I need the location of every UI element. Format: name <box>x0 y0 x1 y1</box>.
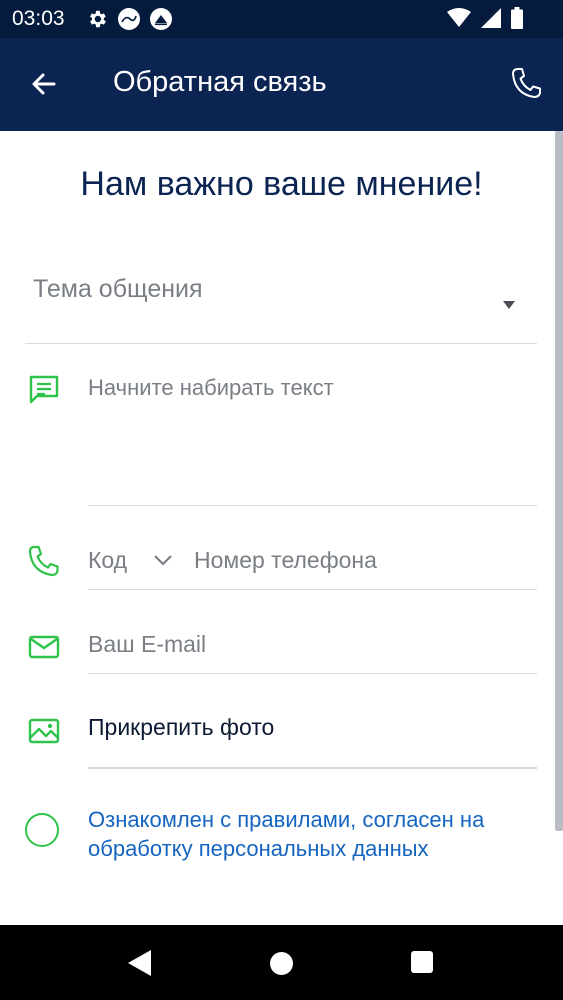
headline: Нам важно ваше мнение! <box>80 165 483 203</box>
consent-link[interactable]: Ознакомлен с правилами, согласен на обра… <box>88 805 538 863</box>
phone-field: Код Номер телефона <box>88 537 537 590</box>
status-icons-left <box>86 8 172 30</box>
email-field[interactable]: Ваш E-mail <box>88 621 537 674</box>
email-icon <box>28 635 60 659</box>
message-placeholder: Начните набирать текст <box>88 375 334 400</box>
attach-photo-label: Прикрепить фото <box>88 714 275 740</box>
nav-back-icon[interactable] <box>128 950 152 976</box>
app-badge-icon <box>150 8 172 30</box>
phone-code-select[interactable]: Код <box>88 547 127 574</box>
scrollbar[interactable] <box>555 131 563 831</box>
nav-home-icon[interactable] <box>270 952 293 975</box>
page-title: Обратная связь <box>113 66 327 98</box>
back-arrow-icon[interactable] <box>28 68 60 100</box>
app-bar: Обратная связь <box>0 38 563 131</box>
phone-number-input[interactable]: Номер телефона <box>194 547 377 574</box>
status-time: 03:03 <box>12 7 65 30</box>
nav-recents-icon[interactable] <box>411 951 433 973</box>
feedback-form: Нам важно ваше мнение! Тема общения Начн… <box>0 131 555 925</box>
phone-icon[interactable] <box>510 66 542 100</box>
message-input[interactable]: Начните набирать текст <box>88 367 537 506</box>
status-bar: 03:03 <box>0 0 563 38</box>
signal-icon <box>481 8 501 28</box>
battery-icon <box>511 7 523 29</box>
status-icons-right <box>447 7 523 29</box>
system-nav-bar <box>0 925 563 1000</box>
app-logo-icon <box>118 8 140 30</box>
message-icon <box>29 375 59 404</box>
gear-icon <box>90 10 106 28</box>
phone-field-icon <box>28 545 59 577</box>
email-placeholder: Ваш E-mail <box>88 631 207 657</box>
consent-radio[interactable] <box>25 813 59 847</box>
image-icon <box>28 718 60 744</box>
chevron-down-icon[interactable] <box>152 549 174 571</box>
topic-label: Тема общения <box>33 275 203 303</box>
wifi-icon <box>447 8 471 27</box>
attach-photo-button[interactable]: Прикрепить фото <box>88 705 537 769</box>
dropdown-caret-icon <box>503 301 515 309</box>
topic-dropdown[interactable]: Тема общения <box>25 271 537 344</box>
